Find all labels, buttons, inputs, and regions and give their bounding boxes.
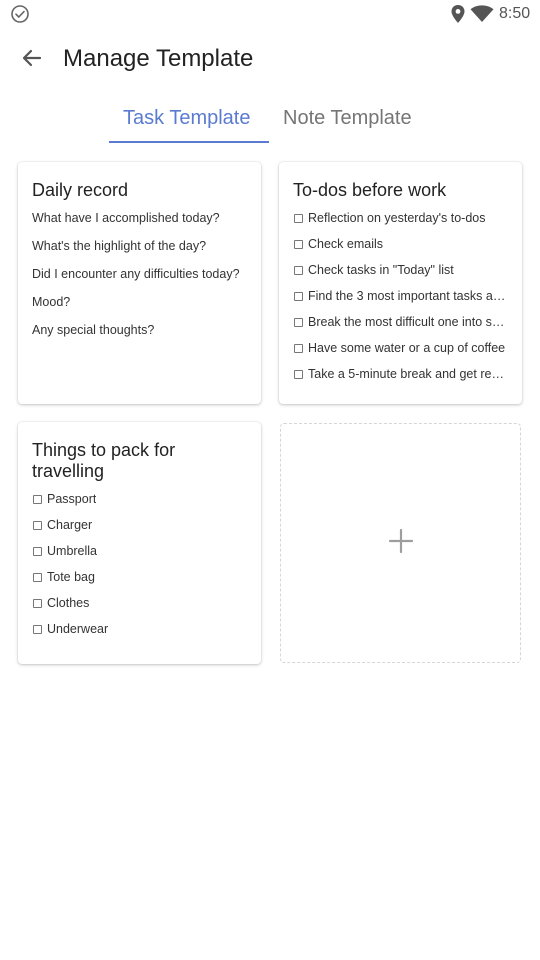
template-card-todos-before-work[interactable]: To-dos before work Reflection on yesterd…: [279, 162, 522, 404]
app-bar: Manage Template: [0, 28, 540, 92]
checkbox-icon: [33, 573, 42, 582]
checklist-item-text: Clothes: [47, 596, 90, 610]
tab-note-template[interactable]: Note Template: [283, 104, 412, 132]
template-title: To-dos before work: [293, 180, 447, 200]
back-button[interactable]: [14, 42, 50, 78]
plus-icon: [388, 528, 414, 559]
arrow-left-icon: [21, 47, 43, 74]
template-card-packing-list[interactable]: Things to pack for travelling Passport C…: [18, 422, 261, 664]
checkbox-icon: [33, 495, 42, 504]
template-title: Things to pack for travelling: [32, 440, 176, 481]
page-title: Manage Template: [63, 45, 254, 72]
checklist-item-text: Check tasks in "Today" list: [308, 263, 454, 277]
template-line: Any special thoughts?: [32, 323, 155, 337]
status-time: 8:50: [499, 5, 531, 22]
location-pin-icon: [450, 4, 466, 24]
checkbox-icon: [294, 214, 303, 223]
tab-bar: Task Template Note Template: [0, 98, 540, 144]
checkbox-icon: [294, 266, 303, 275]
screen: 8:50 Manage Template Task Template Note …: [0, 0, 540, 960]
template-checklist: Reflection on yesterday's to-dos Check e…: [293, 209, 508, 391]
checklist-item-text: Tote bag: [47, 570, 95, 584]
checklist-item: Check emails: [293, 235, 508, 261]
template-line: Mood?: [32, 295, 71, 309]
template-line: Did I encounter any difficulties today?: [32, 267, 240, 281]
checklist-item: Passport: [32, 490, 247, 516]
template-lines: What have I accomplished today? What's t…: [32, 209, 247, 349]
checklist-item: Umbrella: [32, 542, 247, 568]
active-tab-indicator: [109, 141, 269, 143]
template-card-daily-record[interactable]: Daily record What have I accomplished to…: [18, 162, 261, 404]
checkbox-icon: [294, 370, 303, 379]
checklist-item-text: Check emails: [308, 237, 384, 251]
checklist-item: Clothes: [32, 594, 247, 620]
checkbox-icon: [33, 625, 42, 634]
checklist-item: Underwear: [32, 620, 247, 646]
checklist-item: Have some water or a cup of coffee: [293, 339, 508, 365]
check-circle-icon: [10, 4, 30, 24]
template-title: Daily record: [32, 180, 129, 200]
template-line: What's the highlight of the day?: [32, 239, 207, 253]
checklist-item-text: Charger: [47, 518, 93, 532]
checkbox-icon: [294, 318, 303, 327]
checklist-item-text: Umbrella: [47, 544, 98, 558]
checklist-item-text: Have some water or a cup of coffee: [308, 341, 506, 355]
tab-task-template[interactable]: Task Template: [123, 104, 250, 132]
template-line: What have I accomplished today?: [32, 211, 220, 225]
checklist-item: Find the 3 most important tasks an…: [293, 287, 508, 313]
checklist-item-text: Take a 5-minute break and get read…: [308, 367, 508, 381]
checkbox-icon: [294, 344, 303, 353]
checklist-item-text: Underwear: [47, 622, 109, 636]
checkbox-icon: [294, 292, 303, 301]
status-bar: 8:50: [0, 0, 540, 28]
checklist-item-text: Reflection on yesterday's to-dos: [308, 211, 486, 225]
checklist-item: Reflection on yesterday's to-dos: [293, 209, 508, 235]
checklist-item: Tote bag: [32, 568, 247, 594]
checklist-item-text: Passport: [47, 492, 97, 506]
checklist-item: Take a 5-minute break and get read…: [293, 365, 508, 391]
checkbox-icon: [33, 521, 42, 530]
checkbox-icon: [33, 547, 42, 556]
checklist-item-text: Find the 3 most important tasks an…: [308, 289, 508, 303]
template-checklist: Passport Charger Umbrella Tote bag Cloth…: [32, 490, 247, 646]
checklist-item: Check tasks in "Today" list: [293, 261, 508, 287]
wifi-icon: [470, 5, 494, 23]
checklist-item: Break the most difficult one into sm…: [293, 313, 508, 339]
checkbox-icon: [294, 240, 303, 249]
checkbox-icon: [33, 599, 42, 608]
checklist-item: Charger: [32, 516, 247, 542]
checklist-item-text: Break the most difficult one into sm…: [308, 315, 508, 329]
add-template-button[interactable]: [280, 423, 521, 663]
